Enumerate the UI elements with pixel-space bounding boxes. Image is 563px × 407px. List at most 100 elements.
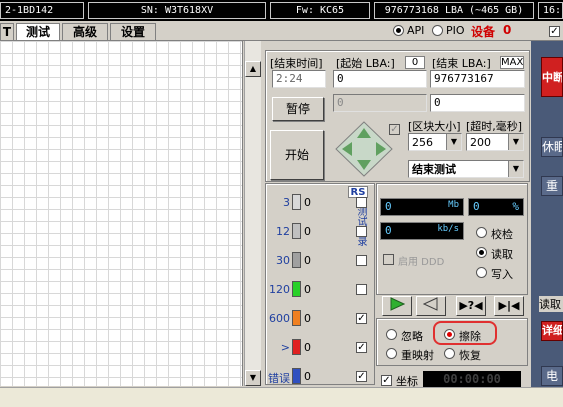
read-label: 读取 [491, 248, 513, 261]
tab-advanced[interactable]: 高级 [62, 23, 108, 40]
dropdown-arrow-icon: ▼ [508, 161, 523, 177]
legend-color-swatch [292, 281, 301, 297]
elapsed-timer: 00:00:00 [423, 371, 521, 387]
legend-log-checkbox[interactable] [356, 255, 367, 266]
legend-count: 0 [304, 370, 311, 383]
power-button[interactable]: 电 [541, 366, 563, 386]
lock-checkbox[interactable]: ✓ [389, 124, 400, 135]
legend-count: 0 [304, 341, 311, 354]
end-lba-field[interactable]: 976773167 [430, 70, 525, 88]
end-time-field[interactable]: 2:24 [272, 70, 326, 88]
block-size-select[interactable]: 256 ▼ [408, 133, 462, 151]
ddd-checkbox[interactable] [383, 254, 394, 265]
end-action-select[interactable]: 结束测试 ▼ [408, 160, 524, 178]
map-scrollbar[interactable] [244, 41, 261, 386]
pio-label: PIO [446, 24, 465, 37]
legend-color-swatch [292, 368, 301, 384]
drive-capacity: 976773168 LBA (~465 GB) [374, 2, 534, 19]
write-radio[interactable] [476, 267, 487, 281]
direction-pad[interactable] [334, 120, 394, 178]
erase-label: 擦除 [459, 330, 481, 343]
end-skip-button[interactable]: ▶|◀ [494, 296, 524, 316]
drive-firmware: Fw: KC65 [270, 2, 370, 19]
timeout-select[interactable]: 200 ▼ [466, 133, 524, 151]
legend-threshold-label: 12 [276, 225, 290, 238]
dropdown-arrow-icon: ▼ [446, 134, 461, 150]
erase-radio[interactable] [444, 329, 455, 343]
remap-radio[interactable] [386, 348, 397, 362]
legend-color-swatch [292, 194, 301, 210]
second-lba-field[interactable]: 0 [430, 94, 525, 112]
back-button[interactable] [416, 296, 446, 316]
back-icon [422, 297, 438, 311]
legend-count: 0 [304, 312, 311, 325]
start-lba-field[interactable]: 0 [333, 70, 427, 88]
block-size-label: [区块大小] [408, 120, 461, 133]
percent-display: 0 % [468, 198, 524, 216]
grid-checkbox[interactable]: ✓ [381, 375, 392, 386]
ddd-label: 启用 DDD [398, 257, 445, 268]
pio-radio[interactable] [432, 25, 443, 39]
legend-threshold-label: 600 [269, 312, 290, 325]
legend-log-checkbox[interactable] [356, 284, 367, 295]
play-button[interactable] [382, 296, 412, 316]
legend-count: 0 [304, 254, 311, 267]
end-lba-label: [结束 LBA:] [432, 57, 491, 70]
end-lba-max-button[interactable]: MAX [500, 56, 524, 69]
start-lba-label: [起始 LBA:] [336, 57, 395, 70]
legend-log-checkbox[interactable]: ✓ [356, 371, 367, 382]
legend-log-checkbox[interactable] [356, 226, 367, 237]
stop-button[interactable]: 中断 [541, 57, 563, 97]
bottom-status-strip [0, 387, 563, 407]
device-label: 设备 [471, 25, 496, 39]
legend-color-swatch [292, 310, 301, 326]
legend-threshold-label: 3 [283, 196, 290, 209]
start-lba-reset-button[interactable]: 0 [405, 56, 425, 69]
legend-count: 0 [304, 283, 311, 296]
start-button[interactable]: 开始 [270, 130, 324, 180]
restore-radio[interactable] [444, 348, 455, 362]
tab-test[interactable]: 测试 [16, 23, 60, 40]
details-button[interactable]: 详细 [541, 321, 563, 341]
play-icon [390, 297, 406, 311]
sleep-button[interactable]: 休眠 [541, 137, 563, 157]
ignore-radio[interactable] [386, 329, 397, 343]
skip-unknown-button[interactable]: ▶?◀ [456, 296, 486, 316]
legend-log-checkbox[interactable] [356, 197, 367, 208]
legend-count: 0 [304, 225, 311, 238]
speed-display: 0 kb/s [380, 222, 464, 240]
clock: 16: [538, 2, 563, 19]
dropdown-arrow-icon: ▼ [508, 134, 523, 150]
ignore-label: 忽略 [401, 330, 423, 343]
legend-count: 0 [304, 196, 311, 209]
legend-log-checkbox[interactable]: ✓ [356, 313, 367, 324]
verify-label: 校检 [491, 228, 513, 241]
read-radio[interactable] [476, 247, 487, 261]
pause-button[interactable]: 暂停 [272, 97, 324, 121]
legend-log-checkbox[interactable]: ✓ [356, 342, 367, 353]
tab-partial[interactable]: T [0, 23, 14, 40]
processed-display: 0 Mb [380, 198, 464, 216]
legend-threshold-label: > [280, 341, 290, 354]
tab-settings[interactable]: 设置 [110, 23, 156, 40]
current-lba-field: 0 [333, 94, 427, 112]
verify-radio[interactable] [476, 227, 487, 241]
top-checkbox[interactable]: ✓ [549, 26, 560, 37]
timeout-label: [超时,毫秒] [466, 120, 523, 133]
restore-label: 恢复 [459, 349, 481, 362]
legend-threshold-label: 30 [276, 254, 290, 267]
scroll-down-arrow-icon[interactable]: ▼ [245, 370, 261, 386]
device-value: 0 [503, 23, 512, 37]
recalibrate-button[interactable]: 重 [541, 176, 563, 196]
legend-color-swatch [292, 252, 301, 268]
sidebar-read-label: 读取 [539, 296, 563, 312]
api-radio[interactable] [393, 25, 404, 39]
scroll-up-arrow-icon[interactable]: ▲ [245, 61, 261, 77]
legend-color-swatch [292, 339, 301, 355]
legend-threshold-label: 错误 [268, 372, 290, 385]
api-label: API [407, 24, 425, 37]
legend-color-swatch [292, 223, 301, 239]
write-label: 写入 [491, 268, 513, 281]
block-map-grid [0, 41, 243, 386]
skip-unknown-icon: ▶?◀ [459, 299, 483, 312]
